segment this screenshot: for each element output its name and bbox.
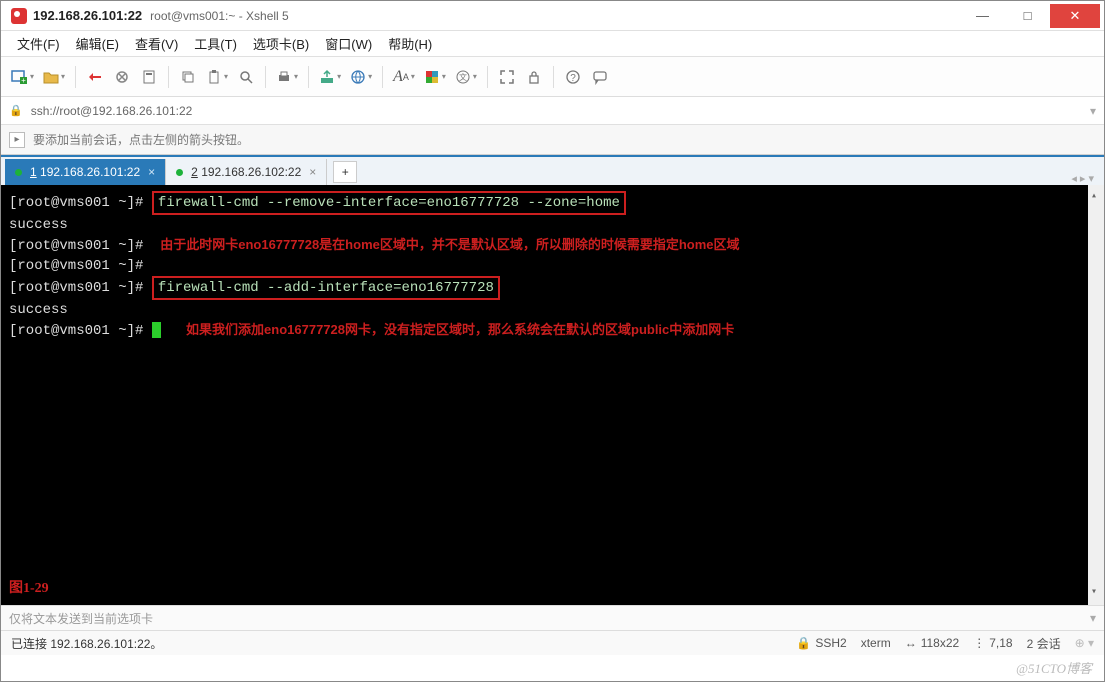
toolbar-separator bbox=[487, 66, 488, 88]
figure-label: 图1-29 bbox=[9, 579, 49, 599]
status-session-count: 2 会话 bbox=[1027, 635, 1061, 652]
ftp-icon[interactable]: ▾ bbox=[316, 64, 344, 90]
toolbar-separator bbox=[553, 66, 554, 88]
address-dropdown-icon[interactable]: ▾ bbox=[1090, 104, 1096, 118]
send-text-bar[interactable]: 仅将文本发送到当前选项卡 ▾ bbox=[1, 605, 1104, 631]
address-url: ssh://root@192.168.26.101:22 bbox=[31, 104, 193, 118]
browser-icon[interactable]: ▾ bbox=[347, 64, 375, 90]
tab-close-icon[interactable]: × bbox=[148, 165, 155, 179]
hint-text: 要添加当前会话，点击左侧的箭头按钮。 bbox=[33, 131, 249, 148]
status-term-size: ↔ 118x22 bbox=[905, 636, 959, 650]
menu-tabs[interactable]: 选项卡(B) bbox=[247, 30, 315, 57]
color-scheme-icon[interactable]: ▾ bbox=[421, 64, 449, 90]
send-dropdown-icon[interactable]: ▾ bbox=[1090, 611, 1096, 625]
status-bar: 已连接 192.168.26.101:22。 🔒 SSH2 xterm ↔ 11… bbox=[1, 631, 1104, 655]
svg-text:?: ? bbox=[570, 73, 576, 84]
lock-icon[interactable] bbox=[522, 64, 546, 90]
minimize-button[interactable]: — bbox=[960, 4, 1005, 28]
terminal-cursor bbox=[152, 322, 161, 338]
shell-prompt: [root@vms001 ~]# bbox=[9, 280, 143, 296]
hint-bar: ▸ 要添加当前会话，点击左侧的箭头按钮。 bbox=[1, 125, 1104, 155]
menu-bar: 文件(F) 编辑(E) 查看(V) 工具(T) 选项卡(B) 窗口(W) 帮助(… bbox=[1, 31, 1104, 57]
help-icon[interactable]: ? bbox=[561, 64, 585, 90]
tab-session-2[interactable]: 2 192.168.26.102:22 × bbox=[166, 159, 327, 185]
app-icon bbox=[11, 8, 27, 24]
connect-icon[interactable] bbox=[83, 64, 107, 90]
shell-prompt: [root@vms001 ~]# bbox=[9, 195, 143, 211]
close-button[interactable]: ✕ bbox=[1050, 4, 1100, 28]
tab-label: 1 192.168.26.101:22 bbox=[30, 165, 140, 179]
status-dot-icon bbox=[15, 169, 22, 176]
menu-window[interactable]: 窗口(W) bbox=[319, 30, 378, 57]
paste-icon[interactable]: ▾ bbox=[203, 64, 231, 90]
toolbar-separator bbox=[75, 66, 76, 88]
toolbar-separator bbox=[265, 66, 266, 88]
tab-session-1[interactable]: 1 192.168.26.101:22 × bbox=[5, 159, 166, 185]
encoding-icon[interactable]: 文▾ bbox=[452, 64, 480, 90]
maximize-button[interactable]: □ bbox=[1005, 4, 1050, 28]
open-icon[interactable]: ▾ bbox=[40, 64, 68, 90]
disconnect-icon[interactable] bbox=[110, 64, 134, 90]
print-icon[interactable]: ▾ bbox=[273, 64, 301, 90]
watermark-text: @51CTO博客 bbox=[1016, 658, 1092, 677]
toolbar: +▾ ▾ ▾ ▾ ▾ ▾ AA▾ ▾ 文▾ ? bbox=[1, 57, 1104, 97]
status-grip-icon: ⊕ ▾ bbox=[1075, 636, 1094, 650]
highlighted-command: firewall-cmd --add-interface=eno16777728 bbox=[152, 276, 500, 300]
send-placeholder: 仅将文本发送到当前选项卡 bbox=[9, 610, 153, 627]
address-bar[interactable]: 🔒 ssh://root@192.168.26.101:22 ▾ bbox=[1, 97, 1104, 125]
tab-nav-arrows[interactable]: ◂ ▸ ▾ bbox=[1065, 172, 1100, 185]
window-titlebar: 192.168.26.101:22 root@vms001:~ - Xshell… bbox=[1, 1, 1104, 31]
new-session-icon[interactable]: +▾ bbox=[7, 64, 37, 90]
menu-file[interactable]: 文件(F) bbox=[11, 30, 66, 57]
status-dot-icon bbox=[176, 169, 183, 176]
highlighted-command: firewall-cmd --remove-interface=eno16777… bbox=[152, 191, 626, 215]
window-title-sub: root@vms001:~ - Xshell 5 bbox=[150, 9, 289, 23]
terminal-scrollbar[interactable] bbox=[1088, 185, 1104, 605]
font-icon[interactable]: AA▾ bbox=[390, 64, 418, 90]
menu-tools[interactable]: 工具(T) bbox=[188, 30, 243, 57]
shell-prompt: [root@vms001 ~]# bbox=[9, 238, 143, 254]
toolbar-separator bbox=[168, 66, 169, 88]
menu-edit[interactable]: 编辑(E) bbox=[70, 30, 125, 57]
svg-text:+: + bbox=[21, 76, 26, 85]
svg-text:文: 文 bbox=[459, 72, 467, 82]
lock-small-icon: 🔒 bbox=[9, 104, 23, 117]
search-icon[interactable] bbox=[234, 64, 258, 90]
toolbar-separator bbox=[382, 66, 383, 88]
tab-add-button[interactable]: + bbox=[333, 161, 357, 183]
feedback-icon[interactable] bbox=[588, 64, 612, 90]
annotation-text: 由于此时网卡eno16777728是在home区域中，并不是默认区域，所以删除的… bbox=[160, 237, 739, 252]
window-title-ip: 192.168.26.101:22 bbox=[33, 8, 142, 23]
status-term-type: xterm bbox=[861, 636, 891, 650]
shell-prompt: [root@vms001 ~]# bbox=[9, 258, 143, 274]
session-tab-strip: 1 192.168.26.101:22 × 2 192.168.26.102:2… bbox=[1, 155, 1104, 185]
status-protocol: 🔒 SSH2 bbox=[796, 636, 846, 650]
annotation-text: 如果我们添加eno16777728网卡，没有指定区域时，那么系统会在默认的区域p… bbox=[186, 322, 734, 337]
status-cursor-pos: ⋮ 7,18 bbox=[973, 636, 1012, 650]
tab-close-icon[interactable]: × bbox=[309, 165, 316, 179]
tab-label: 2 192.168.26.102:22 bbox=[191, 165, 301, 179]
toolbar-separator bbox=[308, 66, 309, 88]
terminal-output: success bbox=[9, 300, 1096, 320]
add-session-arrow-button[interactable]: ▸ bbox=[9, 132, 25, 148]
menu-view[interactable]: 查看(V) bbox=[129, 30, 184, 57]
server-props-icon[interactable] bbox=[137, 64, 161, 90]
terminal-pane[interactable]: [root@vms001 ~]# firewall-cmd --remove-i… bbox=[1, 185, 1104, 605]
menu-help[interactable]: 帮助(H) bbox=[382, 30, 438, 57]
status-connection: 已连接 192.168.26.101:22。 bbox=[11, 635, 162, 652]
shell-prompt: [root@vms001 ~]# bbox=[9, 323, 143, 339]
terminal-output: success bbox=[9, 215, 1096, 235]
fullscreen-icon[interactable] bbox=[495, 64, 519, 90]
copy-icon[interactable] bbox=[176, 64, 200, 90]
